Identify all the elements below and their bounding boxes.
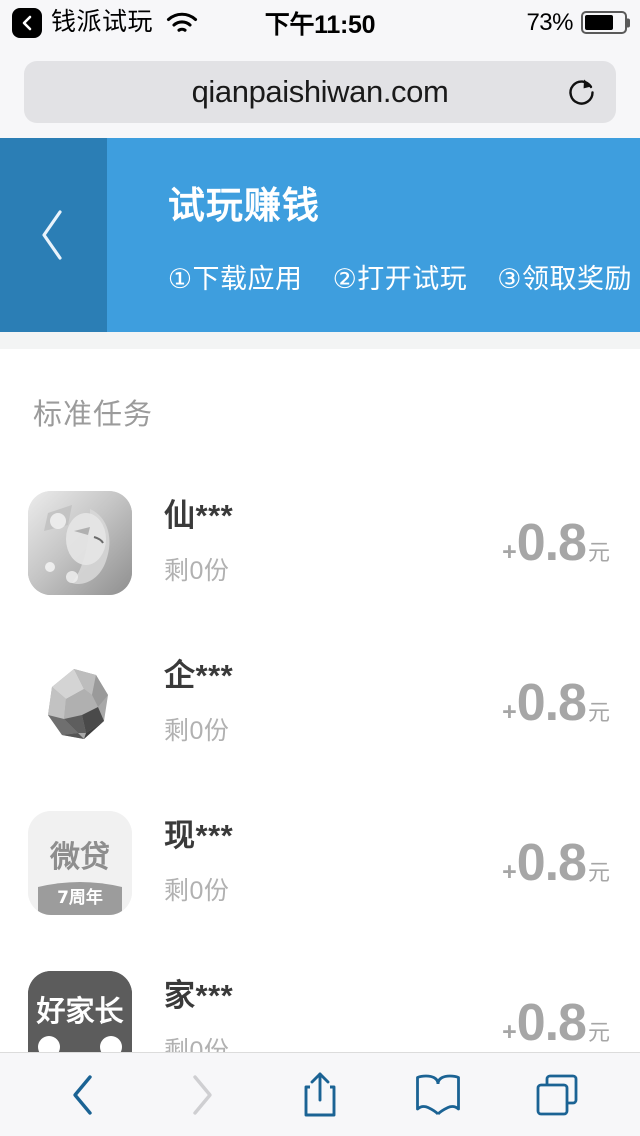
- task-reward: + 0.8 元: [502, 677, 610, 729]
- task-reward-value: 0.8: [516, 834, 587, 892]
- address-bar[interactable]: qianpaishiwan.com: [24, 60, 616, 123]
- task-row[interactable]: 仙*** 剩0份 + 0.8 元: [0, 463, 640, 623]
- task-list: 仙*** 剩0份 + 0.8 元 企*** 剩0份 + 0.8 元 微贷 7周年…: [0, 463, 640, 1052]
- back-icon[interactable]: [48, 1064, 118, 1126]
- task-row[interactable]: 企*** 剩0份 + 0.8 元: [0, 623, 640, 783]
- page-back-button[interactable]: [0, 138, 107, 332]
- task-reward-plus: +: [502, 858, 517, 886]
- task-reward: + 0.8 元: [502, 517, 610, 569]
- page-header-banner: 试玩赚钱 ①下载应用 ②打开试玩 ③领取奖励: [0, 138, 640, 332]
- task-info: 现*** 剩0份: [132, 817, 502, 907]
- task-name: 家***: [164, 977, 234, 1013]
- forward-icon: [167, 1064, 237, 1126]
- task-info: 企*** 剩0份: [132, 657, 502, 747]
- weidai-icon: 微贷 7周年: [28, 811, 132, 915]
- task-name: 企***: [164, 657, 234, 693]
- browser-address-bar-container: qianpaishiwan.com: [0, 45, 640, 138]
- task-row[interactable]: 微贷 7周年 现*** 剩0份 + 0.8 元: [0, 783, 640, 943]
- task-name: 现***: [164, 817, 234, 853]
- task-info: 家*** 剩0份: [132, 977, 502, 1052]
- battery-icon: [581, 11, 630, 34]
- task-reward: + 0.8 元: [502, 997, 610, 1049]
- banner-step-2: ②打开试玩: [332, 263, 468, 294]
- page-content: 标准任务 仙*** 剩0份 + 0.8 元 企*** 剩0份 + 0.8 元 微…: [0, 332, 640, 1052]
- anime-portrait-icon: [28, 491, 132, 595]
- task-reward-plus: +: [502, 698, 517, 726]
- polygon-sphere-icon: [28, 651, 132, 755]
- task-reward-plus: +: [502, 538, 517, 566]
- task-row[interactable]: 好家长 家*** 剩0份 + 0.8 元: [0, 943, 640, 1052]
- task-reward-unit: 元: [587, 1020, 610, 1045]
- banner-body: 试玩赚钱 ①下载应用 ②打开试玩 ③领取奖励: [107, 138, 640, 332]
- content-top-divider: [0, 332, 640, 349]
- task-remaining: 剩0份: [164, 717, 230, 746]
- weidai-icon-badge: 7周年: [57, 887, 103, 908]
- task-reward-plus: +: [502, 1018, 517, 1046]
- phone-screen: 钱派试玩 下午11:50 73% qianpaishiwan.com 试玩赚钱 …: [0, 0, 640, 1136]
- task-info: 仙*** 剩0份: [132, 497, 502, 587]
- task-name: 仙***: [164, 497, 234, 533]
- url-text: qianpaishiwan.com: [191, 73, 449, 109]
- task-reward-unit: 元: [587, 860, 610, 885]
- task-reward-value: 0.8: [516, 994, 587, 1052]
- banner-step-3: ③领取奖励: [497, 263, 632, 294]
- task-remaining: 剩0份: [164, 557, 230, 586]
- banner-steps: ①下载应用 ②打开试玩 ③领取奖励: [168, 257, 632, 296]
- haojiazhang-icon: 好家长: [28, 971, 132, 1052]
- task-reward: + 0.8 元: [502, 837, 610, 889]
- haojiazhang-icon-text: 好家长: [35, 994, 124, 1028]
- task-remaining: 剩0份: [164, 1037, 230, 1052]
- page-title: 试玩赚钱: [167, 184, 320, 226]
- section-title: 标准任务: [33, 399, 154, 431]
- browser-bottom-toolbar: [0, 1052, 640, 1136]
- task-remaining: 剩0份: [164, 877, 230, 906]
- task-reward-unit: 元: [587, 540, 610, 565]
- banner-step-1: ①下载应用: [167, 263, 303, 294]
- status-bar: 钱派试玩 下午11:50 73%: [0, 0, 640, 45]
- share-icon[interactable]: [285, 1064, 355, 1126]
- task-reward-value: 0.8: [516, 674, 587, 732]
- task-reward-unit: 元: [587, 700, 610, 725]
- bookmarks-icon[interactable]: [403, 1064, 473, 1126]
- tabs-icon[interactable]: [522, 1064, 592, 1126]
- status-bar-clock: 下午11:50: [264, 10, 376, 39]
- task-reward-value: 0.8: [516, 514, 587, 572]
- reload-icon[interactable]: [566, 76, 598, 108]
- weidai-icon-text: 微贷: [49, 840, 110, 875]
